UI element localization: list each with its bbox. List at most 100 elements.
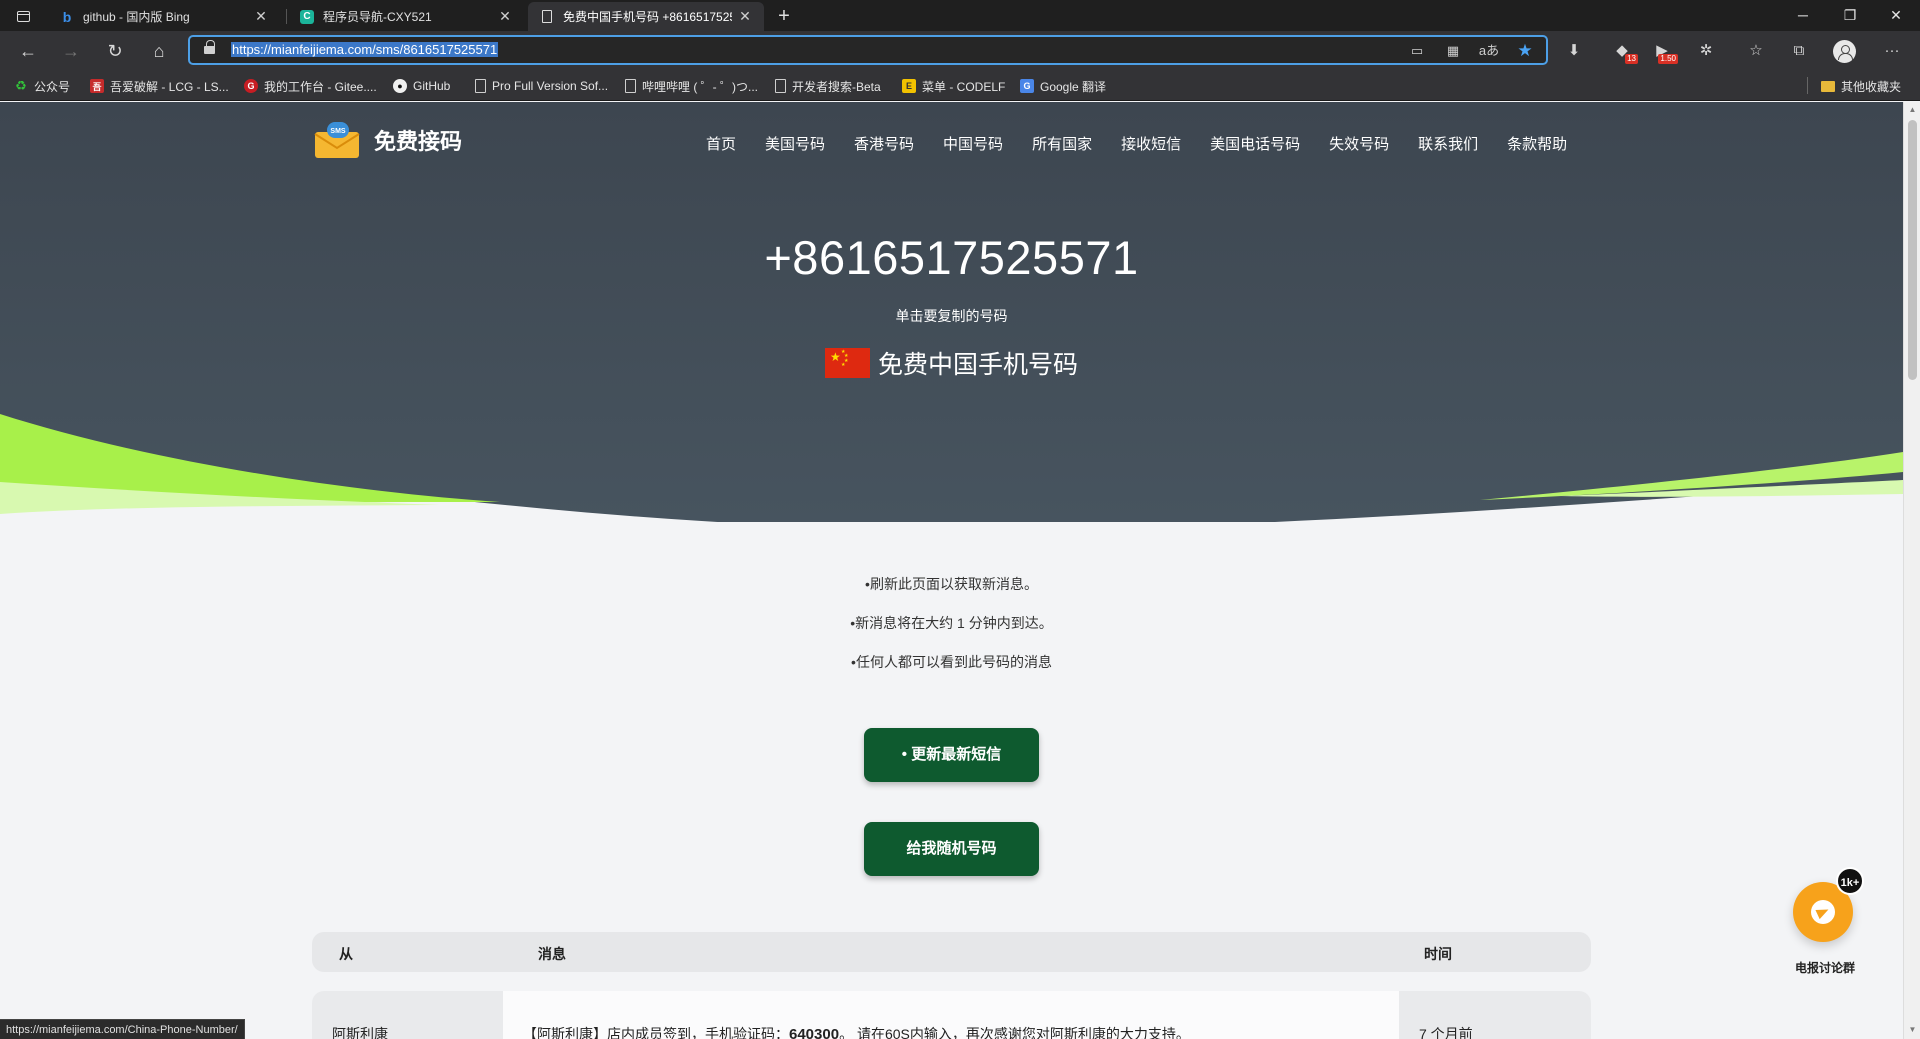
status-bar-url: https://mianfeijiema.com/China-Phone-Num… xyxy=(0,1019,245,1039)
telegram-icon xyxy=(1811,900,1835,924)
extension-icon-2[interactable]: ▶ 1.50 xyxy=(1648,37,1678,65)
52pojie-icon: 吾 xyxy=(90,79,104,93)
nav-item-expired-numbers[interactable]: 失效号码 xyxy=(1329,133,1389,154)
nav-item-cn-numbers[interactable]: 中国号码 xyxy=(943,133,1003,154)
close-window-button[interactable]: ✕ xyxy=(1873,0,1919,31)
phone-number[interactable]: +8616517525571 xyxy=(0,230,1903,285)
bookmark-item[interactable]: 哔哩哔哩 ( ゜- ゜)つ... xyxy=(625,76,758,96)
svg-text:SMS: SMS xyxy=(330,128,346,135)
col-time: 时间 xyxy=(1424,946,1452,962)
qr-code-icon[interactable]: ▦ xyxy=(1442,41,1464,61)
nav-item-all-countries[interactable]: 所有国家 xyxy=(1032,133,1092,154)
col-message: 消息 xyxy=(538,946,566,962)
c-icon: C xyxy=(300,9,314,24)
refresh-sms-button[interactable]: • 更新最新短信 xyxy=(864,728,1039,782)
telegram-label: 电报讨论群 xyxy=(1794,961,1855,975)
translate-icon[interactable]: aあ xyxy=(1478,41,1500,61)
profile-avatar-icon[interactable] xyxy=(1833,40,1856,63)
page-icon xyxy=(540,10,554,24)
country-heading: ★ ★ ★ ★ ★ 免费中国手机号码 xyxy=(0,345,1903,381)
copy-hint: 单击要复制的号码 xyxy=(895,308,1008,324)
random-number-button[interactable]: 给我随机号码 xyxy=(864,822,1039,876)
gitee-icon: G xyxy=(244,79,258,93)
more-menu-icon[interactable]: ··· xyxy=(1878,37,1906,65)
note-refresh: •刷新此页面以获取新消息。 xyxy=(865,576,1038,592)
bookmark-item[interactable]: G Google 翻译 xyxy=(1020,76,1106,96)
nav-item-hk-numbers[interactable]: 香港号码 xyxy=(854,133,914,154)
row-time: 7 个月前 xyxy=(1419,1026,1473,1039)
page-icon xyxy=(625,79,636,93)
tab-actions-icon[interactable] xyxy=(8,3,38,29)
back-icon[interactable]: ← xyxy=(14,37,42,65)
close-icon[interactable]: ✕ xyxy=(496,8,514,25)
new-tab-button[interactable]: + xyxy=(770,2,798,30)
note-arrival: •新消息将在大约 1 分钟内到达。 xyxy=(850,615,1053,631)
row-from: 阿斯利康 xyxy=(332,1026,388,1039)
bookmark-item[interactable]: G 我的工作台 - Gitee.... xyxy=(244,76,377,96)
other-bookmarks-folder[interactable]: 其他收藏夹 xyxy=(1821,76,1901,96)
note-public: •任何人都可以看到此号码的消息 xyxy=(851,654,1052,670)
nav-item-contact[interactable]: 联系我们 xyxy=(1418,133,1478,154)
page-icon xyxy=(775,79,786,93)
bing-icon: b xyxy=(62,8,72,25)
tab-separator xyxy=(286,9,287,24)
browser-tab-bar: b github - 国内版 Bing ✕ C 程序员导航-CXY521 ✕ 免… xyxy=(0,0,1920,31)
bookmark-item[interactable]: ● GitHub xyxy=(393,76,450,96)
nav-item-us-phone-numbers[interactable]: 美国电话号码 xyxy=(1210,133,1300,154)
nav-item-us-numbers[interactable]: 美国号码 xyxy=(765,133,825,154)
nav-item-terms-help[interactable]: 条款帮助 xyxy=(1507,133,1567,154)
extension-icon-1[interactable]: ◆ 13 xyxy=(1608,37,1638,65)
refresh-icon[interactable]: ↻ xyxy=(101,37,129,65)
tab-active-mianfeijiema[interactable]: 免费中国手机号码 +8616517525571 ✕ xyxy=(528,2,764,31)
favorite-star-icon[interactable]: ★ xyxy=(1514,41,1536,61)
browser-toolbar: ← → ↻ ⌂ https://mianfeijiema.com/sms/861… xyxy=(0,31,1920,70)
minimize-button[interactable]: ─ xyxy=(1780,0,1826,31)
bookmark-separator xyxy=(1807,77,1808,94)
telegram-count-badge: 1k+ xyxy=(1836,867,1864,895)
forward-icon[interactable]: → xyxy=(57,37,85,65)
restore-button[interactable]: ❐ xyxy=(1827,0,1873,31)
collections-icon[interactable]: ⧉ xyxy=(1785,37,1813,65)
table-row: 阿斯利康 【阿斯利康】店内成员签到，手机验证码：640300。 请在60S内输入… xyxy=(312,991,1591,1039)
close-icon[interactable]: ✕ xyxy=(736,8,754,25)
bookmark-item[interactable]: 吾吾爱破解 - LCG - LS... xyxy=(90,76,229,96)
scroll-down-icon[interactable]: ▼ xyxy=(1908,1026,1917,1034)
bookmark-item[interactable]: 开发者搜索-Beta xyxy=(775,76,881,96)
nav-item-receive-sms[interactable]: 接收短信 xyxy=(1121,133,1181,154)
site-logo[interactable]: SMS 免费接码 xyxy=(313,120,462,160)
close-icon[interactable]: ✕ xyxy=(252,8,270,25)
reader-mode-icon[interactable]: ▭ xyxy=(1406,41,1428,61)
col-from: 从 xyxy=(339,946,353,962)
url-text[interactable]: https://mianfeijiema.com/sms/86165175255… xyxy=(231,42,499,57)
nav-item-home[interactable]: 首页 xyxy=(706,133,736,154)
codelf-icon: E xyxy=(902,79,916,93)
recycle-icon: ♻ xyxy=(15,78,27,93)
page-scrollbar[interactable]: ▲ ▼ xyxy=(1903,102,1920,1039)
tab-cxy521[interactable]: C 程序员导航-CXY521 ✕ xyxy=(288,2,524,31)
tab-title: 免费中国手机号码 +8616517525571 xyxy=(563,10,732,24)
site-logo-text: 免费接码 xyxy=(374,129,463,154)
sms-envelope-icon: SMS xyxy=(314,122,360,158)
page-icon xyxy=(475,79,486,93)
address-bar[interactable]: https://mianfeijiema.com/sms/86165175255… xyxy=(188,35,1548,65)
tab-bing[interactable]: b github - 国内版 Bing ✕ xyxy=(48,2,280,31)
download-icon[interactable]: ⬇ xyxy=(1560,37,1588,65)
bookmark-item[interactable]: Pro Full Version Sof... xyxy=(475,76,608,96)
china-flag-icon: ★ ★ ★ ★ ★ xyxy=(824,348,870,378)
favorites-icon[interactable]: ☆ xyxy=(1742,37,1770,65)
extensions-puzzle-icon[interactable]: ✲ xyxy=(1692,37,1720,65)
scroll-thumb[interactable] xyxy=(1908,120,1917,380)
github-icon: ● xyxy=(393,79,407,93)
verification-code[interactable]: 640300 xyxy=(789,1026,839,1039)
home-icon[interactable]: ⌂ xyxy=(145,37,173,65)
tab-title: github - 国内版 Bing xyxy=(83,10,190,24)
row-message: 【阿斯利康】店内成员签到，手机验证码：640300。 请在60S内输入，再次感谢… xyxy=(523,1024,1190,1039)
bookmark-item[interactable]: E 菜单 - CODELF xyxy=(902,76,1005,96)
bookmark-item[interactable]: ♻ 公众号 xyxy=(14,76,70,96)
web-page: SMS 免费接码 首页 美国号码 香港号码 中国号码 所有国家 接收短信 美国电… xyxy=(0,102,1903,1039)
lock-icon xyxy=(204,40,215,56)
google-translate-icon: G xyxy=(1020,79,1034,93)
bookmarks-bar: ♻ 公众号 吾吾爱破解 - LCG - LS... G 我的工作台 - Gitee.… xyxy=(0,70,1920,101)
country-title: 免费中国手机号码 xyxy=(877,351,1078,379)
scroll-up-icon[interactable]: ▲ xyxy=(1908,106,1917,114)
